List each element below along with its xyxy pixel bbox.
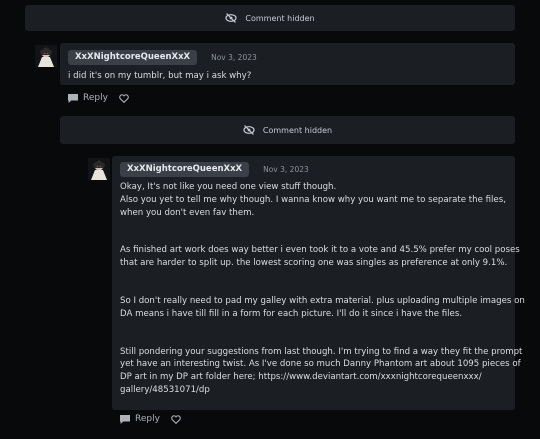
comment-line: i did it's on my tumblr, but may i ask w…: [68, 71, 252, 81]
comment-line: when you don't even fav them.: [120, 207, 255, 218]
comment-link-line[interactable]: DP art in my DP art folder here; https:/…: [120, 371, 507, 384]
comment-body: i did it's on my tumblr, but may i ask w…: [68, 70, 507, 83]
eye-slash-icon: [225, 13, 238, 23]
comment-actions: Reply: [120, 414, 181, 424]
eye-slash-icon: [243, 125, 255, 135]
comment-line: DA means i have till fill in a form for …: [120, 308, 463, 319]
hidden-comment-label: Comment hidden: [262, 125, 333, 135]
username-link[interactable]: XxXNightcoreQueenXxX: [120, 162, 250, 177]
comments-page: Comment hidden XxXNightcoreQueenXxX Nov …: [0, 0, 540, 439]
comment-line: As finished art work does way better i e…: [120, 245, 520, 256]
comment-body: Okay, It's not like you need one view st…: [120, 181, 525, 397]
heart-icon[interactable]: [171, 414, 181, 424]
comment-header: XxXNightcoreQueenXxX Nov 3, 2023: [120, 162, 507, 177]
avatar[interactable]: [88, 158, 110, 180]
comment-link-line[interactable]: gallery/48531071/dp: [120, 384, 507, 397]
speech-bubble-icon[interactable]: [120, 414, 130, 424]
avatar[interactable]: [35, 45, 57, 67]
reply-button[interactable]: Reply: [135, 414, 160, 424]
comment-line: Still pondering your suggestions from la…: [120, 346, 523, 357]
speech-bubble-icon[interactable]: [68, 93, 78, 103]
comment-date[interactable]: Nov 3, 2023: [263, 165, 309, 174]
comment-line: that are harder to split up. the lowest …: [120, 258, 508, 269]
comment-line: Also you yet to tell me why though. I wa…: [120, 194, 506, 205]
avatar-image: [35, 45, 57, 67]
heart-icon[interactable]: [119, 93, 129, 103]
comment-date[interactable]: Nov 3, 2023: [211, 53, 257, 62]
comment-actions: Reply: [68, 93, 129, 103]
comment-card: XxXNightcoreQueenXxX Nov 3, 2023 i did i…: [60, 43, 515, 85]
avatar-image: [88, 158, 110, 180]
hidden-comment-bar[interactable]: Comment hidden: [60, 116, 515, 144]
hidden-comment-label: Comment hidden: [245, 13, 315, 23]
comment-header: XxXNightcoreQueenXxX Nov 3, 2023: [68, 50, 507, 65]
comment-line: So I don't really need to pad my galley …: [120, 295, 525, 306]
comment-card: XxXNightcoreQueenXxX Nov 3, 2023 Okay, I…: [112, 156, 525, 410]
reply-button[interactable]: Reply: [83, 93, 108, 103]
comment-line: yet have an interesting twist. As I've d…: [120, 359, 521, 370]
hidden-comment-bar[interactable]: Comment hidden: [25, 5, 515, 31]
comment-line: Okay, It's not like you need one view st…: [120, 182, 337, 192]
username-link[interactable]: XxXNightcoreQueenXxX: [68, 50, 198, 65]
